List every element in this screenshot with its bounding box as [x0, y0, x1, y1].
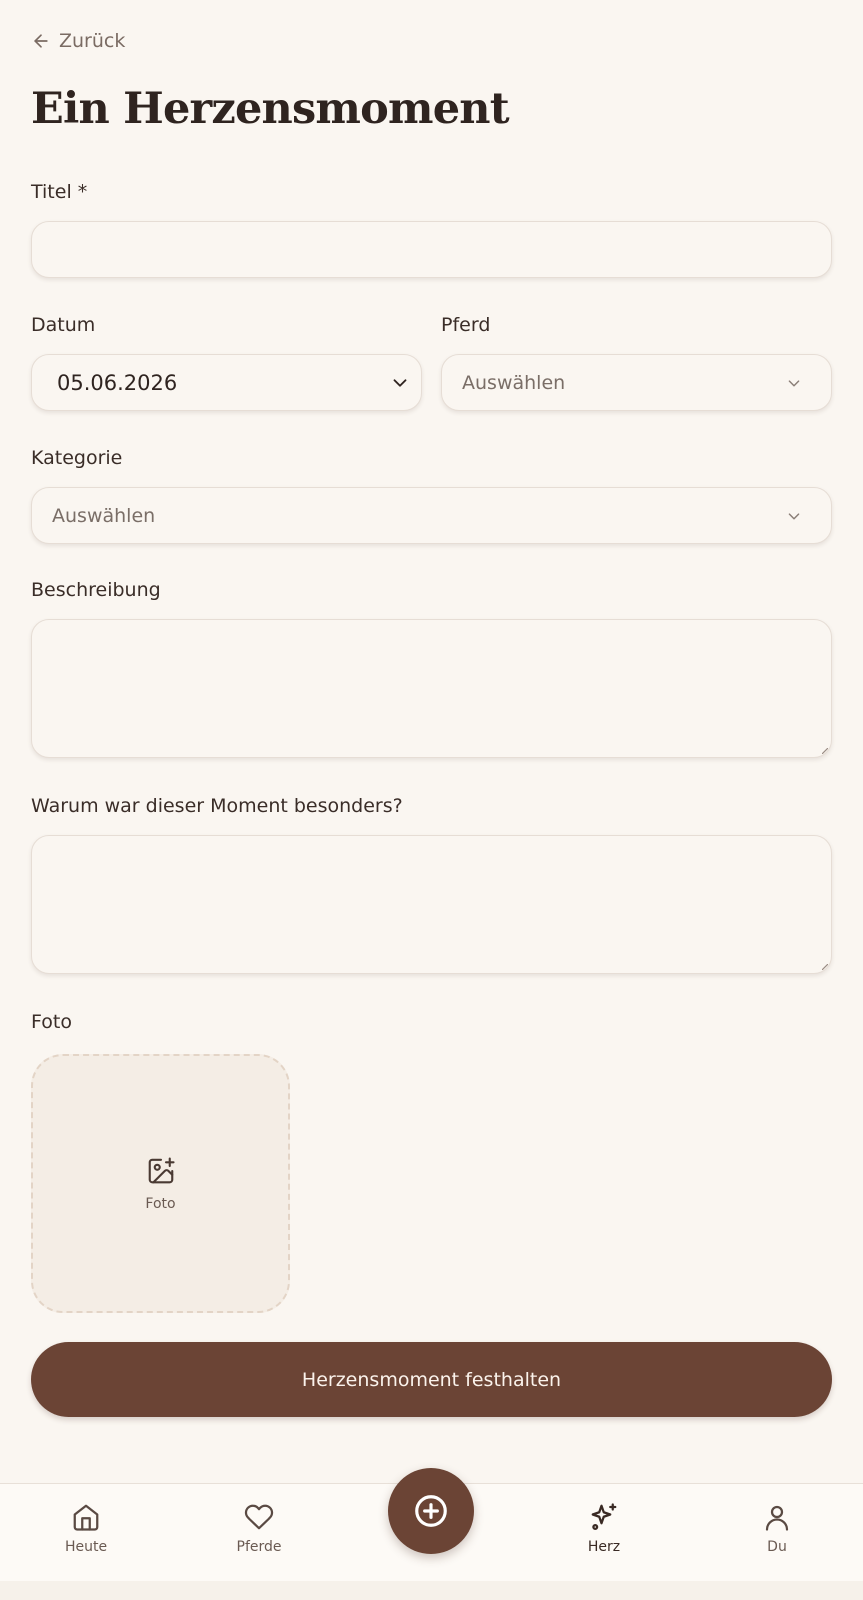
plus-circle-icon	[415, 1495, 447, 1527]
date-select[interactable]: 05.06.2026	[31, 354, 422, 411]
category-placeholder: Auswählen	[52, 504, 156, 527]
nav-label-herz: Herz	[587, 1539, 621, 1555]
home-icon	[73, 1504, 99, 1531]
heart-icon	[244, 1504, 274, 1530]
description-textarea[interactable]	[31, 619, 832, 758]
resize-grip-icon[interactable]	[822, 964, 828, 970]
image-plus-icon	[148, 1156, 175, 1183]
description-label: Beschreibung	[31, 579, 161, 601]
date-label: Datum	[31, 314, 96, 336]
resize-grip-icon[interactable]	[822, 748, 828, 754]
photo-label: Foto	[31, 1011, 72, 1033]
title-input[interactable]	[31, 221, 832, 278]
add-button[interactable]	[388, 1468, 474, 1554]
nav-label-heute: Heute	[64, 1539, 108, 1555]
back-link[interactable]: Zurück	[31, 30, 125, 52]
why-label: Warum war dieser Moment besonders?	[31, 795, 403, 817]
chevron-down-icon	[788, 512, 800, 519]
photo-caption: Foto	[145, 1195, 176, 1212]
chevron-down-icon	[393, 378, 407, 387]
nav-item-heute[interactable]: Heute	[26, 1502, 146, 1555]
category-select[interactable]: Auswählen	[31, 487, 832, 544]
system-bar	[0, 1581, 863, 1600]
nav-label-du: Du	[767, 1539, 787, 1555]
user-icon	[765, 1505, 789, 1531]
category-label: Kategorie	[31, 447, 123, 469]
date-value: 05.06.2026	[57, 370, 178, 395]
nav-item-du[interactable]: Du	[717, 1502, 837, 1555]
horse-placeholder: Auswählen	[462, 371, 566, 394]
nav-label-pferde: Pferde	[236, 1539, 282, 1555]
why-textarea[interactable]	[31, 835, 832, 974]
photo-upload[interactable]: Foto	[31, 1054, 290, 1313]
horse-label: Pferd	[441, 314, 491, 336]
horse-select[interactable]: Auswählen	[441, 354, 832, 411]
sparkles-icon	[591, 1503, 617, 1530]
submit-button[interactable]: Herzensmoment festhalten	[31, 1342, 832, 1417]
nav-item-herz[interactable]: Herz	[544, 1502, 664, 1555]
arrow-left-icon	[34, 34, 48, 48]
page: Zurück Ein Herzensmoment Titel * Datum P…	[0, 0, 863, 1600]
page-title: Ein Herzensmoment	[31, 84, 510, 134]
back-label: Zurück	[59, 30, 126, 52]
title-label: Titel *	[31, 181, 88, 203]
chevron-down-icon	[788, 379, 800, 386]
nav-item-pferde[interactable]: Pferde	[199, 1502, 319, 1555]
